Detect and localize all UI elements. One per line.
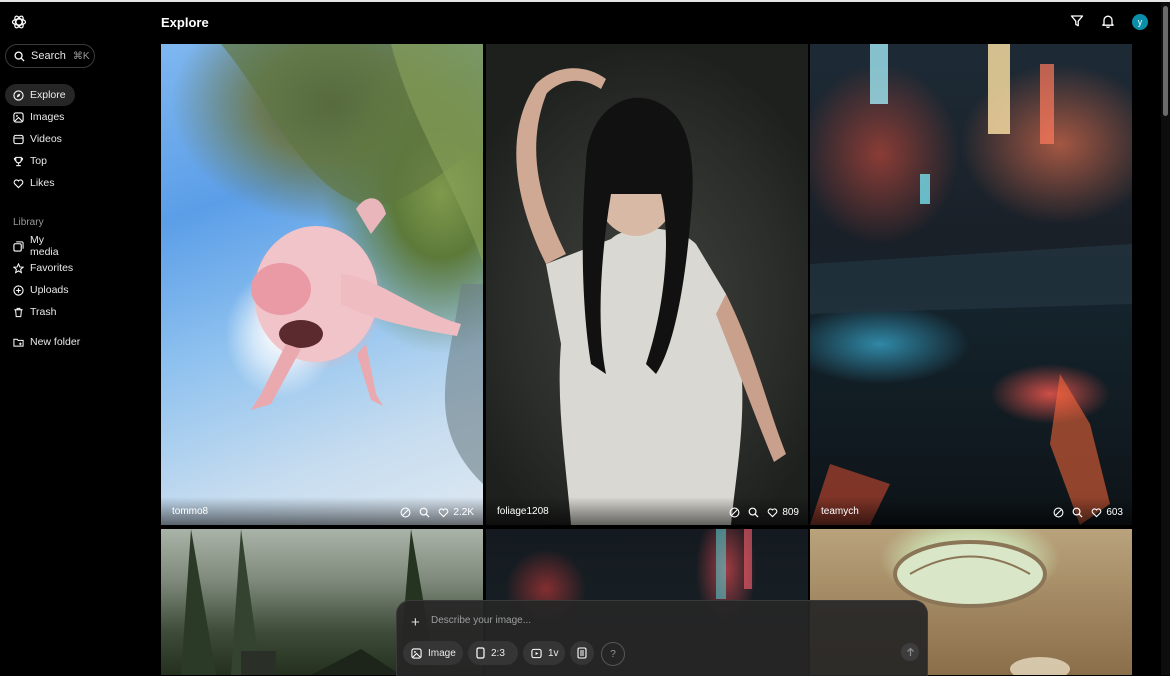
- submit-button[interactable]: [901, 643, 919, 661]
- sidebar-item-favorites[interactable]: Favorites: [5, 257, 74, 279]
- feed-tile[interactable]: tommo8 2.2K: [161, 44, 483, 525]
- variants-button[interactable]: 1v: [523, 641, 565, 665]
- compass-icon: [13, 89, 24, 101]
- sidebar: Search ⌘K Explore Images Videos Top Like…: [0, 0, 150, 675]
- sidebar-item-label: Favorites: [30, 262, 74, 274]
- sidebar-item-label: Likes: [30, 177, 55, 189]
- aspect-ratio-label: 2:3: [491, 647, 505, 659]
- logo-icon[interactable]: [11, 14, 27, 30]
- zoom-icon[interactable]: [748, 507, 759, 518]
- sidebar-item-images[interactable]: Images: [5, 106, 71, 128]
- search-icon: [14, 50, 25, 62]
- like-count: 603: [1106, 507, 1123, 518]
- variants-label: 1v: [548, 647, 559, 659]
- sidebar-item-trash[interactable]: Trash: [5, 301, 71, 323]
- sidebar-item-explore[interactable]: Explore: [5, 84, 75, 106]
- help-button[interactable]: ?: [601, 642, 625, 666]
- tile-author[interactable]: foliage1208: [497, 506, 549, 517]
- bell-icon[interactable]: [1101, 14, 1115, 28]
- sidebar-item-label: My media: [30, 234, 59, 258]
- feed-tile[interactable]: teamych 603: [810, 44, 1132, 525]
- arrow-up-icon: [906, 647, 914, 656]
- tile-image-pig: [221, 44, 483, 484]
- sidebar-item-top[interactable]: Top: [5, 150, 71, 172]
- new-folder-button[interactable]: New folder: [5, 331, 93, 353]
- zoom-icon[interactable]: [419, 507, 430, 518]
- remix-icon[interactable]: [400, 507, 411, 518]
- presets-button[interactable]: [570, 641, 594, 665]
- sidebar-item-label: Uploads: [30, 284, 69, 296]
- library-nav: My media Favorites Uploads Trash New fol…: [5, 234, 145, 353]
- tile-actions: 809: [729, 507, 799, 518]
- sidebar-item-videos[interactable]: Videos: [5, 128, 71, 150]
- image-icon: [13, 111, 24, 123]
- media-icon: [13, 240, 24, 252]
- filter-icon[interactable]: [1070, 14, 1084, 28]
- variants-icon: [531, 648, 542, 658]
- search-button[interactable]: Search ⌘K: [5, 44, 95, 68]
- sidebar-item-label: Images: [30, 111, 65, 123]
- image-icon: [411, 647, 422, 659]
- like-icon[interactable]: [767, 507, 778, 518]
- tile-actions: 2.2K: [400, 507, 474, 518]
- tile-image-neon-street: [810, 44, 1132, 525]
- search-label: Search: [31, 50, 66, 62]
- sidebar-item-label: Top: [30, 155, 47, 167]
- sidebar-item-my-media[interactable]: My media: [5, 234, 71, 258]
- add-attachment-button[interactable]: +: [411, 614, 420, 631]
- sidebar-item-label: Videos: [30, 133, 62, 145]
- upload-icon: [13, 284, 24, 296]
- remix-icon[interactable]: [729, 507, 740, 518]
- document-icon: [577, 647, 587, 659]
- library-heading: Library: [13, 217, 44, 228]
- main-nav: Explore Images Videos Top Likes: [5, 84, 145, 194]
- scrollbar-thumb[interactable]: [1163, 6, 1168, 116]
- video-icon: [13, 134, 24, 144]
- folder-plus-icon: [13, 338, 24, 347]
- tile-author[interactable]: teamych: [821, 506, 859, 517]
- trophy-icon: [13, 156, 24, 166]
- sidebar-item-label: Trash: [30, 306, 57, 318]
- media-type-label: Image: [428, 647, 456, 659]
- window-top-edge: [0, 0, 1170, 2]
- prompt-input[interactable]: Describe your image...: [431, 615, 531, 626]
- trash-icon: [14, 307, 23, 317]
- sidebar-item-likes[interactable]: Likes: [5, 172, 71, 194]
- search-shortcut: ⌘K: [72, 50, 90, 62]
- user-avatar[interactable]: y: [1132, 14, 1148, 30]
- new-folder-label: New folder: [30, 336, 81, 348]
- heart-icon: [13, 178, 24, 188]
- like-count: 809: [782, 507, 799, 518]
- page-title: Explore: [161, 15, 209, 30]
- tile-actions: 603: [1053, 507, 1123, 518]
- media-type-button[interactable]: Image: [403, 641, 463, 665]
- like-count: 2.2K: [453, 507, 474, 518]
- like-icon[interactable]: [1091, 507, 1102, 518]
- prompt-composer: + Describe your image... Image 2:3 1v ?: [396, 600, 928, 676]
- star-icon: [13, 262, 24, 274]
- feed-tile[interactable]: foliage1208 809: [486, 44, 808, 525]
- aspect-ratio-button[interactable]: 2:3: [468, 641, 518, 665]
- zoom-icon[interactable]: [1072, 507, 1083, 518]
- tile-image-rain-portrait: [516, 68, 786, 525]
- sidebar-item-label: Explore: [30, 89, 66, 101]
- tile-author[interactable]: tommo8: [172, 506, 208, 517]
- portrait-icon: [476, 647, 485, 659]
- sidebar-item-uploads[interactable]: Uploads: [5, 279, 71, 301]
- like-icon[interactable]: [438, 507, 449, 518]
- remix-icon[interactable]: [1053, 507, 1064, 518]
